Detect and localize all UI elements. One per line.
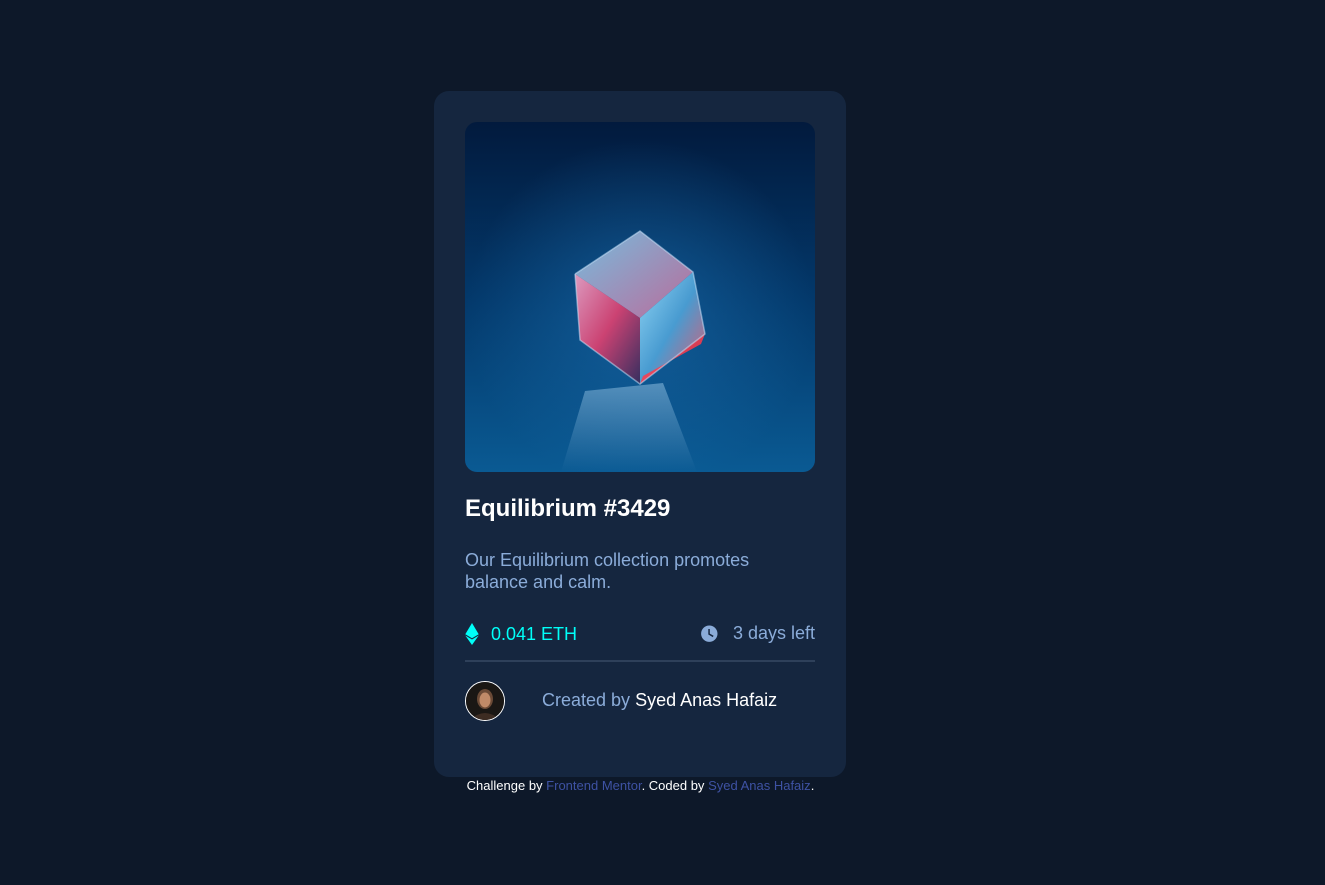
clock-icon (701, 625, 718, 642)
avatar (465, 681, 505, 721)
crystal-cube-image (465, 122, 815, 472)
nft-meta: 0.041 ETH 3 days left (465, 621, 815, 649)
nft-description: Our Equilibrium collection promotes bala… (465, 550, 750, 592)
attribution-part2: . Coded by (641, 778, 709, 793)
author-link[interactable]: Syed Anas Hafaiz (708, 778, 811, 793)
attribution-part1: Challenge by (466, 778, 547, 793)
creator: Created by Syed Anas Hafaiz (465, 681, 815, 721)
nft-image[interactable] (465, 122, 815, 472)
divider (465, 660, 815, 662)
time-value: 3 days left (732, 623, 815, 643)
creator-prefix: Created by (542, 690, 636, 710)
nft-card: Equilibrium #3429 Our Equilibrium collec… (434, 91, 846, 777)
creator-name[interactable]: Syed Anas Hafaiz (635, 690, 777, 710)
time-left: 3 days left (701, 623, 815, 644)
frontend-mentor-link[interactable]: Frontend Mentor (546, 778, 641, 793)
creator-line: Created by Syed Anas Hafaiz (542, 690, 777, 711)
attribution: Challenge by Frontend Mentor. Coded by S… (0, 778, 1281, 793)
price: 0.041 ETH (465, 623, 577, 645)
attribution-part3: . (810, 778, 815, 793)
price-value: 0.041 ETH (491, 623, 578, 644)
nft-title[interactable]: Equilibrium #3429 (465, 495, 670, 523)
ethereum-icon (465, 623, 479, 645)
